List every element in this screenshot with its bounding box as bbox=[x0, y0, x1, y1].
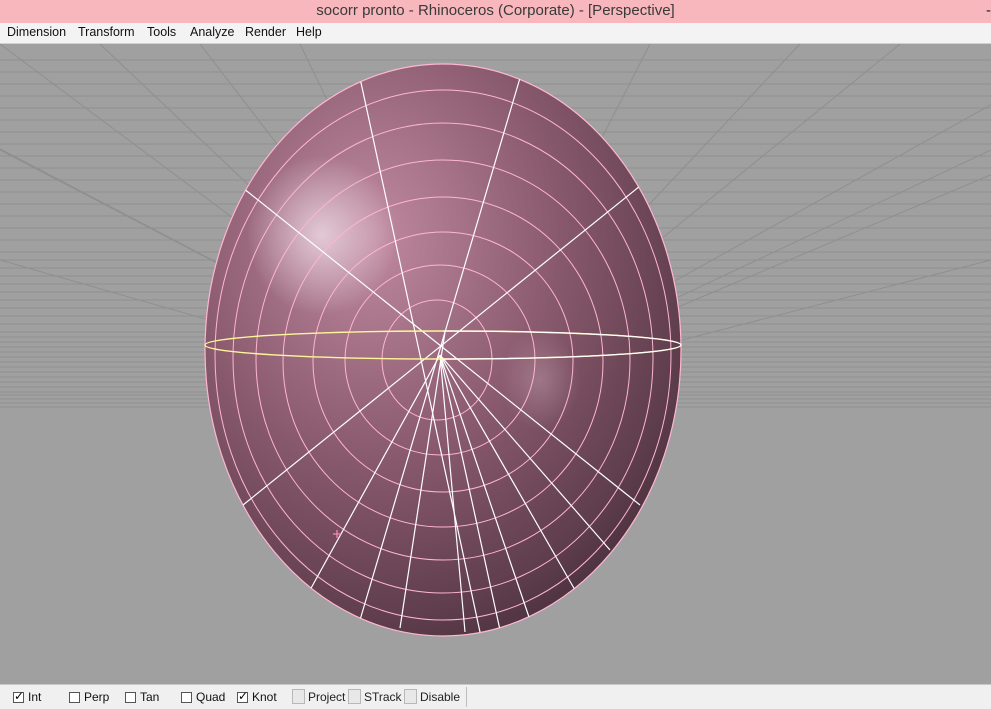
strack-toggle-box[interactable] bbox=[348, 689, 361, 704]
disable-toggle-box[interactable] bbox=[404, 689, 417, 704]
osnap-quad[interactable]: Quad bbox=[181, 689, 225, 705]
osnap-knot-checkbox[interactable] bbox=[237, 689, 248, 703]
osnap-quad-label: Quad bbox=[196, 690, 226, 704]
viewport-canvas[interactable] bbox=[0, 44, 991, 684]
osnap-perp-label: Perp bbox=[84, 690, 110, 704]
project-toggle-label: Project bbox=[308, 689, 346, 704]
osnap-perp[interactable]: Perp bbox=[69, 689, 109, 705]
osnap-tan[interactable]: Tan bbox=[125, 689, 159, 705]
menu-analyze[interactable]: Analyze bbox=[190, 25, 234, 39]
menu-tools[interactable]: Tools bbox=[147, 25, 176, 39]
project-toggle-box[interactable] bbox=[292, 689, 305, 704]
osnap-knot[interactable]: Knot bbox=[237, 689, 277, 705]
disable-toggle-label: Disable bbox=[420, 689, 461, 704]
statusbar-separator bbox=[466, 687, 467, 707]
menu-bar: Dimension Transform Tools Analyze Render… bbox=[0, 23, 991, 44]
menu-render[interactable]: Render bbox=[245, 25, 286, 39]
menu-dimension[interactable]: Dimension bbox=[7, 25, 66, 39]
strack-toggle[interactable]: STrack bbox=[348, 688, 402, 705]
disable-toggle[interactable]: Disable bbox=[404, 688, 460, 705]
osnap-tan-label: Tan bbox=[140, 690, 160, 704]
perspective-viewport[interactable] bbox=[0, 44, 991, 684]
osnap-tan-checkbox[interactable] bbox=[125, 691, 136, 703]
strack-toggle-label: STrack bbox=[364, 689, 402, 704]
osnap-int[interactable]: Int bbox=[13, 689, 41, 705]
osnap-int-label: Int bbox=[28, 690, 42, 704]
osnap-quad-checkbox[interactable] bbox=[181, 691, 192, 703]
menu-help[interactable]: Help bbox=[296, 25, 322, 39]
minimize-button[interactable]: - bbox=[986, 2, 991, 19]
osnap-int-checkbox[interactable] bbox=[13, 689, 24, 703]
menu-transform[interactable]: Transform bbox=[78, 25, 135, 39]
status-bar: Int Perp Tan Quad Knot Project STrack Di… bbox=[0, 684, 991, 709]
project-toggle[interactable]: Project bbox=[292, 688, 345, 705]
window-title: socorr pronto - Rhinoceros (Corporate) -… bbox=[316, 2, 675, 19]
title-bar: socorr pronto - Rhinoceros (Corporate) -… bbox=[0, 0, 991, 23]
osnap-knot-label: Knot bbox=[252, 690, 277, 704]
osnap-perp-checkbox[interactable] bbox=[69, 691, 80, 703]
